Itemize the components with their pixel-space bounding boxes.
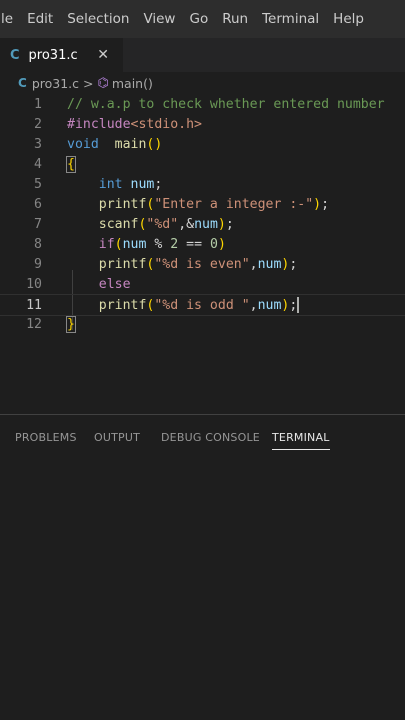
close-icon[interactable]: ✕: [97, 47, 109, 63]
tab-label: pro31.c: [28, 47, 78, 63]
terminal-area[interactable]: [0, 459, 405, 720]
code-text: printf("%d is odd ",num);: [98, 297, 300, 313]
menu-file[interactable]: le: [0, 11, 20, 27]
panel-tabs: PROBLEMS OUTPUT DEBUG CONSOLE TERMINAL: [0, 415, 405, 457]
code-line[interactable]: 6 printf("Enter a integer :-");: [0, 194, 405, 214]
code-text: #include<stdio.h>: [67, 117, 202, 132]
line-number: 7: [34, 216, 42, 232]
line-number: 1: [34, 96, 42, 112]
line-number: 12: [26, 316, 42, 332]
menu-bar: le Edit Selection View Go Run Terminal H…: [0, 0, 405, 38]
keyword-token: if: [98, 236, 115, 252]
editor-tab-bar: C pro31.c ✕: [0, 38, 405, 72]
string-token: "%d": [146, 216, 179, 232]
variable-token: num: [130, 176, 155, 192]
code-line[interactable]: 1 // w.a.p to check whether entered numb…: [0, 94, 405, 114]
directive-token: #include: [67, 116, 131, 132]
operator-token: ==: [178, 236, 210, 252]
code-text: else: [67, 277, 131, 292]
string-token: "%d is even": [154, 256, 250, 272]
function-token: printf: [98, 298, 147, 313]
function-token: printf: [98, 256, 147, 272]
code-line-current[interactable]: 11 printf("%d is odd ",num);: [0, 294, 405, 316]
menu-view[interactable]: View: [136, 11, 182, 27]
line-number: 5: [34, 176, 42, 192]
code-line[interactable]: 8 if(num % 2 == 0): [0, 234, 405, 254]
function-token: scanf: [98, 216, 139, 232]
code-line[interactable]: 10 else: [0, 274, 405, 294]
breadcrumb-symbol[interactable]: main(): [112, 76, 153, 91]
tab-problems[interactable]: PROBLEMS: [15, 431, 77, 444]
code-line[interactable]: 7 scanf("%d",&num);: [0, 214, 405, 234]
line-number: 8: [34, 236, 42, 252]
variable-token: num: [257, 256, 282, 272]
line-number: 11: [26, 297, 42, 313]
code-text: if(num % 2 == 0): [98, 236, 226, 252]
code-text: scanf("%d",&num);: [98, 216, 234, 232]
tab-pro31-c[interactable]: C pro31.c ✕: [0, 38, 123, 72]
variable-token: num: [257, 298, 282, 313]
c-file-icon: C: [10, 47, 20, 63]
punct-token: ;: [154, 176, 163, 192]
variable-token: num: [122, 236, 147, 252]
breadcrumb-separator: >: [83, 75, 94, 91]
brace-token: {: [66, 155, 76, 173]
line-number: 9: [34, 256, 42, 272]
string-token: "%d is odd ": [154, 298, 250, 313]
code-editor[interactable]: 1 // w.a.p to check whether entered numb…: [0, 94, 405, 414]
code-line[interactable]: 3 void main(): [0, 134, 405, 154]
function-token: main: [114, 136, 147, 152]
code-line[interactable]: 12 }: [0, 314, 405, 334]
code-line[interactable]: 9 printf("%d is even",num);: [0, 254, 405, 274]
code-text: printf("%d is even",num);: [98, 256, 298, 272]
code-text: printf("Enter a integer :-");: [98, 196, 330, 212]
text-cursor: [297, 297, 300, 313]
paren-token: (): [146, 136, 163, 152]
keyword-token: int: [98, 176, 123, 192]
keyword-token: void: [67, 136, 99, 152]
bottom-panel: PROBLEMS OUTPUT DEBUG CONSOLE TERMINAL: [0, 415, 405, 720]
menu-terminal[interactable]: Terminal: [255, 11, 326, 27]
menu-edit[interactable]: Edit: [20, 11, 60, 27]
menu-run[interactable]: Run: [215, 11, 255, 27]
line-number: 10: [26, 276, 42, 292]
breadcrumb-file[interactable]: pro31.c: [32, 76, 79, 91]
variable-token: num: [194, 216, 218, 232]
code-text: int num;: [67, 176, 163, 192]
comment-token: // w.a.p to check whether entered number: [67, 96, 385, 112]
code-line[interactable]: 2 #include<stdio.h>: [0, 114, 405, 134]
punct-token: ,&: [178, 216, 195, 232]
code-text: {: [66, 155, 76, 173]
tab-output[interactable]: OUTPUT: [94, 431, 140, 444]
menu-selection[interactable]: Selection: [60, 11, 136, 27]
operator-token: %: [146, 236, 171, 252]
menu-go[interactable]: Go: [182, 11, 215, 27]
code-text: }: [66, 315, 76, 333]
line-number: 4: [34, 156, 42, 172]
line-number: 2: [34, 116, 42, 132]
tab-debug-console[interactable]: DEBUG CONSOLE: [161, 431, 260, 444]
code-line[interactable]: 4 {: [0, 154, 405, 174]
keyword-token: else: [98, 276, 131, 292]
line-number: 3: [34, 136, 42, 152]
number-token: 0: [209, 236, 218, 252]
menu-help[interactable]: Help: [326, 11, 371, 27]
brace-token: }: [66, 315, 76, 333]
c-file-icon: C: [18, 76, 27, 90]
tab-terminal[interactable]: TERMINAL: [272, 431, 330, 450]
breadcrumb: C pro31.c > ⌬ main(): [0, 72, 405, 94]
header-token: <stdio.h>: [130, 116, 202, 132]
code-line[interactable]: 5 int num;: [0, 174, 405, 194]
symbol-method-icon: ⌬: [97, 75, 109, 91]
function-token: printf: [98, 196, 147, 212]
line-number: 6: [34, 196, 42, 212]
string-token: "Enter a integer :-": [154, 196, 314, 212]
code-text: void main(): [67, 137, 162, 152]
code-text: // w.a.p to check whether entered number: [67, 97, 385, 112]
